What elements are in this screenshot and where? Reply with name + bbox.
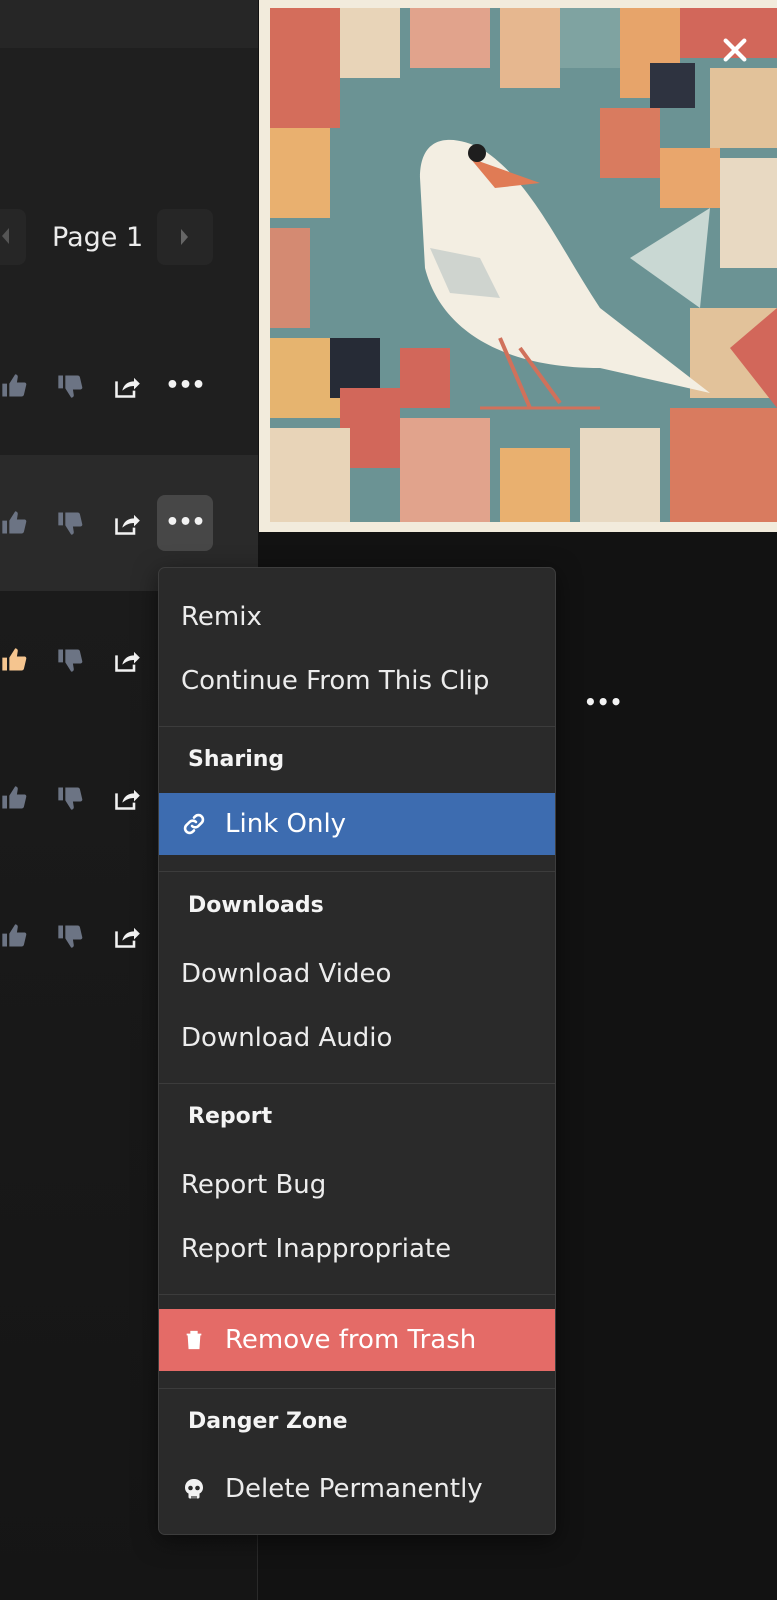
chevron-right-icon <box>181 229 188 245</box>
menu-item-report-inappropriate[interactable]: Report Inappropriate <box>159 1218 555 1280</box>
dislike-button[interactable] <box>42 770 98 826</box>
more-horizontal-icon: ••• <box>165 510 205 535</box>
clip-context-menu: Remix Continue From This Clip Sharing Li… <box>158 567 556 1535</box>
menu-item-label: Download Video <box>181 959 392 989</box>
more-horizontal-icon: ••• <box>165 373 205 398</box>
dislike-button[interactable] <box>42 632 98 688</box>
like-button[interactable] <box>0 770 42 826</box>
share-button[interactable] <box>99 908 155 964</box>
menu-item-remove-from-trash[interactable]: Remove from Trash <box>159 1309 555 1371</box>
menu-divider <box>159 1388 555 1389</box>
menu-item-report-bug[interactable]: Report Bug <box>159 1154 555 1216</box>
menu-item-label: Continue From This Clip <box>181 666 490 696</box>
close-button[interactable] <box>719 34 751 66</box>
thumbs-up-icon <box>2 374 27 397</box>
menu-divider <box>159 871 555 872</box>
menu-divider <box>159 1083 555 1084</box>
menu-item-label: Remove from Trash <box>225 1325 477 1355</box>
clip-artwork-panel <box>259 0 777 532</box>
trash-icon <box>181 1327 207 1353</box>
list-header-band <box>0 0 258 48</box>
menu-section-heading-danger-zone: Danger Zone <box>188 1409 348 1434</box>
share-button[interactable] <box>99 632 155 688</box>
share-button[interactable] <box>99 770 155 826</box>
share-icon <box>115 514 140 535</box>
menu-item-download-video[interactable]: Download Video <box>159 943 555 1005</box>
bird-artwork-illustration <box>270 8 777 522</box>
menu-item-delete-permanently[interactable]: Delete Permanently <box>159 1458 555 1520</box>
menu-item-label: Report Bug <box>181 1170 327 1200</box>
menu-item-label: Report Inappropriate <box>181 1234 452 1264</box>
clip-row: ••• <box>0 318 258 454</box>
dislike-button[interactable] <box>42 495 98 551</box>
menu-section-heading-report: Report <box>188 1104 273 1129</box>
thumbs-down-icon <box>58 787 83 810</box>
menu-item-label: Delete Permanently <box>225 1474 483 1504</box>
next-page-button[interactable] <box>157 209 213 265</box>
menu-item-label: Link Only <box>225 809 347 839</box>
page-label: Page 1 <box>52 222 144 253</box>
share-icon <box>115 651 140 672</box>
skull-icon <box>181 1476 207 1502</box>
share-button[interactable] <box>99 358 155 414</box>
thumbs-up-icon <box>2 511 27 534</box>
menu-item-label: Remix <box>181 602 262 632</box>
share-button[interactable] <box>99 495 155 551</box>
menu-item-remix[interactable]: Remix <box>159 586 555 648</box>
menu-item-download-audio[interactable]: Download Audio <box>159 1007 555 1069</box>
like-button[interactable] <box>0 632 42 688</box>
more-options-button[interactable]: ••• <box>157 358 213 414</box>
menu-divider <box>159 726 555 727</box>
pagination: Page 1 <box>0 209 258 269</box>
previous-page-button[interactable] <box>0 209 26 265</box>
chevron-left-icon <box>2 228 9 244</box>
thumbs-up-icon <box>2 786 27 809</box>
share-icon <box>115 377 140 398</box>
menu-divider <box>159 1294 555 1295</box>
menu-item-label: Download Audio <box>181 1023 393 1053</box>
like-button[interactable] <box>0 495 42 551</box>
menu-item-continue-from-clip[interactable]: Continue From This Clip <box>159 650 555 712</box>
thumbs-down-icon <box>58 512 83 535</box>
dislike-button[interactable] <box>42 908 98 964</box>
clip-cover-image <box>270 8 777 522</box>
share-icon <box>115 789 140 810</box>
menu-section-heading-downloads: Downloads <box>188 893 324 918</box>
thumbs-up-icon <box>2 924 27 947</box>
link-icon <box>181 811 207 837</box>
thumbs-down-icon <box>58 649 83 672</box>
thumbs-down-icon <box>58 375 83 398</box>
more-options-button-active[interactable]: ••• <box>157 495 213 551</box>
menu-item-link-only[interactable]: Link Only <box>159 793 555 855</box>
more-options-button[interactable]: ••• <box>584 690 622 720</box>
like-button[interactable] <box>0 358 42 414</box>
menu-section-heading-sharing: Sharing <box>188 747 285 772</box>
share-icon <box>115 927 140 948</box>
like-button[interactable] <box>0 908 42 964</box>
thumbs-up-icon <box>2 648 27 671</box>
close-icon <box>723 38 747 62</box>
thumbs-down-icon <box>58 925 83 948</box>
dislike-button[interactable] <box>42 358 98 414</box>
